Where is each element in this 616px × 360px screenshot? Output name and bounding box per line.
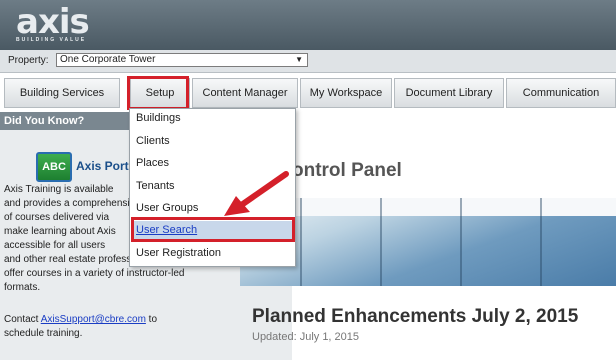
banner-sky: [240, 198, 616, 216]
property-selected-value: One Corporate Tower: [60, 54, 156, 65]
setup-tab-highlight: [127, 76, 189, 110]
sidebar-text-line: of courses delivered via: [4, 212, 110, 223]
axis-logo[interactable]: axis BUILDING VALUE: [16, 2, 90, 43]
menu-item-user-groups[interactable]: User Groups: [136, 202, 198, 214]
menu-item-places[interactable]: Places: [136, 157, 169, 169]
tab-content-manager[interactable]: Content Manager: [192, 78, 298, 108]
sidebar-text-line: make learning about Axis: [4, 226, 116, 237]
contact-suffix: to: [145, 314, 158, 325]
enhancements-headline: Planned Enhancements July 2, 2015: [252, 306, 579, 327]
tab-my-workspace[interactable]: My Workspace: [300, 78, 392, 108]
logo-text: axis: [16, 2, 90, 42]
property-bar: Property: One Corporate Tower ▼: [0, 50, 616, 73]
updated-date: Updated: July 1, 2015: [252, 331, 360, 343]
sidebar-text-line: accessible for all users: [4, 240, 106, 251]
sidebar-text-line: and provides a comprehensive: [4, 198, 141, 209]
sidebar-text-line: offer courses in a variety of instructor…: [4, 268, 185, 279]
banner-glass-line: [460, 198, 462, 286]
sidebar-text-line: formats.: [4, 282, 41, 293]
pointer-arrow-icon: [224, 171, 289, 216]
tab-communication[interactable]: Communication: [506, 78, 616, 108]
page-title: ontrol Panel: [292, 160, 402, 181]
logo-tagline: BUILDING VALUE: [16, 37, 87, 43]
tab-document-library[interactable]: Document Library: [394, 78, 504, 108]
banner-glass-line: [380, 198, 382, 286]
menu-item-user-registration[interactable]: User Registration: [136, 247, 221, 259]
banner-glass-line: [300, 198, 302, 286]
sidebar-text-line: Axis Training is available: [4, 184, 114, 195]
menu-item-clients[interactable]: Clients: [136, 135, 170, 147]
building-banner-image: [240, 198, 616, 286]
main-nav: Building Services Setup Content Manager …: [4, 78, 616, 108]
menu-item-tenants[interactable]: Tenants: [136, 180, 175, 192]
contact-prefix: Contact: [4, 314, 41, 325]
contact-line-2: schedule training.: [4, 328, 83, 339]
support-email-link[interactable]: AxisSupport@cbre.com: [41, 314, 146, 325]
menu-item-buildings[interactable]: Buildings: [136, 112, 181, 124]
contact-line: Contact AxisSupport@cbre.com to: [4, 314, 157, 325]
user-search-highlight: [131, 217, 295, 242]
dropdown-arrow-icon: ▼: [295, 55, 303, 64]
banner-glass-line: [540, 198, 542, 286]
abc-training-icon: ABC: [36, 152, 72, 182]
app-header: axis BUILDING VALUE: [0, 0, 616, 50]
property-label: Property:: [8, 55, 49, 66]
tab-building-services[interactable]: Building Services: [4, 78, 120, 108]
property-select[interactable]: One Corporate Tower ▼: [56, 53, 308, 67]
